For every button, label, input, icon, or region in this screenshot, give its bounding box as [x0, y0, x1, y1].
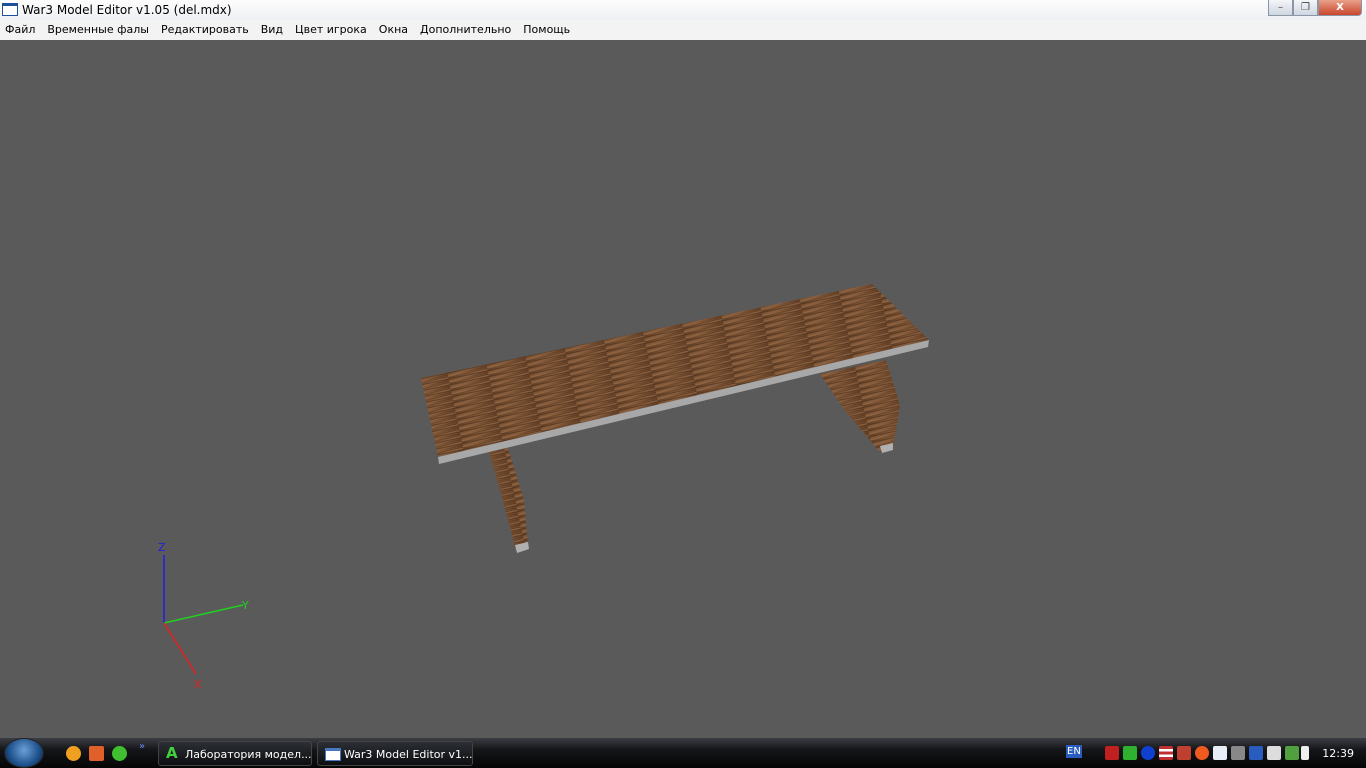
model-render: Z Y X: [158, 284, 929, 691]
bench-model: [421, 284, 929, 553]
menu-windows[interactable]: Окна: [379, 20, 414, 40]
menu-temp-files[interactable]: Временные фалы: [47, 20, 155, 40]
y-axis-label: Y: [241, 599, 249, 612]
3d-viewport[interactable]: Z Y X: [0, 40, 1366, 738]
task-label: Лаборатория модел...: [185, 748, 312, 761]
antivirus-icon[interactable]: [1105, 746, 1119, 760]
z-axis-label: Z: [158, 541, 166, 554]
clock[interactable]: 12:39: [1322, 747, 1354, 760]
icq-icon[interactable]: [112, 746, 127, 761]
menu-view[interactable]: Вид: [261, 20, 289, 40]
lab-icon[interactable]: [1123, 746, 1137, 760]
language-indicator[interactable]: EN: [1066, 745, 1082, 758]
app-icon: [2, 3, 18, 16]
minimize-button[interactable]: –: [1268, 0, 1293, 16]
bluetooth-icon[interactable]: [1249, 746, 1263, 760]
eye-icon[interactable]: [89, 746, 104, 761]
task-war3-editor[interactable]: War3 Model Editor v1...: [317, 741, 473, 766]
window-app-icon: [325, 748, 341, 761]
lab-app-icon: A: [166, 744, 178, 762]
safely-remove-icon[interactable]: [1285, 746, 1299, 760]
bench-leg-front: [489, 448, 528, 550]
browser-icon[interactable]: [1141, 746, 1155, 760]
menu-edit[interactable]: Редактировать: [161, 20, 255, 40]
task-label: War3 Model Editor v1...: [344, 748, 473, 761]
menu-file[interactable]: Файл: [5, 20, 41, 40]
taskbar: » A Лаборатория модел... War3 Model Edit…: [0, 738, 1366, 768]
task-laboratory[interactable]: A Лаборатория модел...: [158, 741, 312, 766]
alert-icon[interactable]: [1195, 746, 1209, 760]
window-title: War3 Model Editor v1.05 (del.mdx): [22, 3, 232, 17]
x-axis: [163, 622, 197, 675]
menu-bar: Файл Временные фалы Редактировать Вид Цв…: [0, 20, 1366, 40]
power-icon[interactable]: [1301, 746, 1309, 760]
bench-leg-back: [820, 360, 900, 452]
maximize-button[interactable]: ❐: [1293, 0, 1318, 16]
close-button[interactable]: X: [1318, 0, 1362, 16]
vk-icon[interactable]: [1213, 746, 1227, 760]
quicklaunch-more[interactable]: »: [139, 741, 145, 752]
volume-icon[interactable]: [1267, 746, 1281, 760]
avast-icon[interactable]: [66, 746, 81, 761]
axis-gizmo: Z Y X: [158, 541, 249, 691]
speaker-muted-icon[interactable]: [1177, 746, 1191, 760]
menu-help[interactable]: Помощь: [523, 20, 576, 40]
title-bar: War3 Model Editor v1.05 (del.mdx) – ❐ X: [0, 0, 1366, 20]
x-axis-label: X: [194, 678, 202, 691]
start-button[interactable]: [4, 738, 44, 768]
flag-icon[interactable]: [1159, 746, 1173, 760]
y-axis: [163, 604, 244, 624]
menu-player-color[interactable]: Цвет игрока: [295, 20, 373, 40]
network-icon[interactable]: [1231, 746, 1245, 760]
menu-extra[interactable]: Дополнительно: [420, 20, 517, 40]
